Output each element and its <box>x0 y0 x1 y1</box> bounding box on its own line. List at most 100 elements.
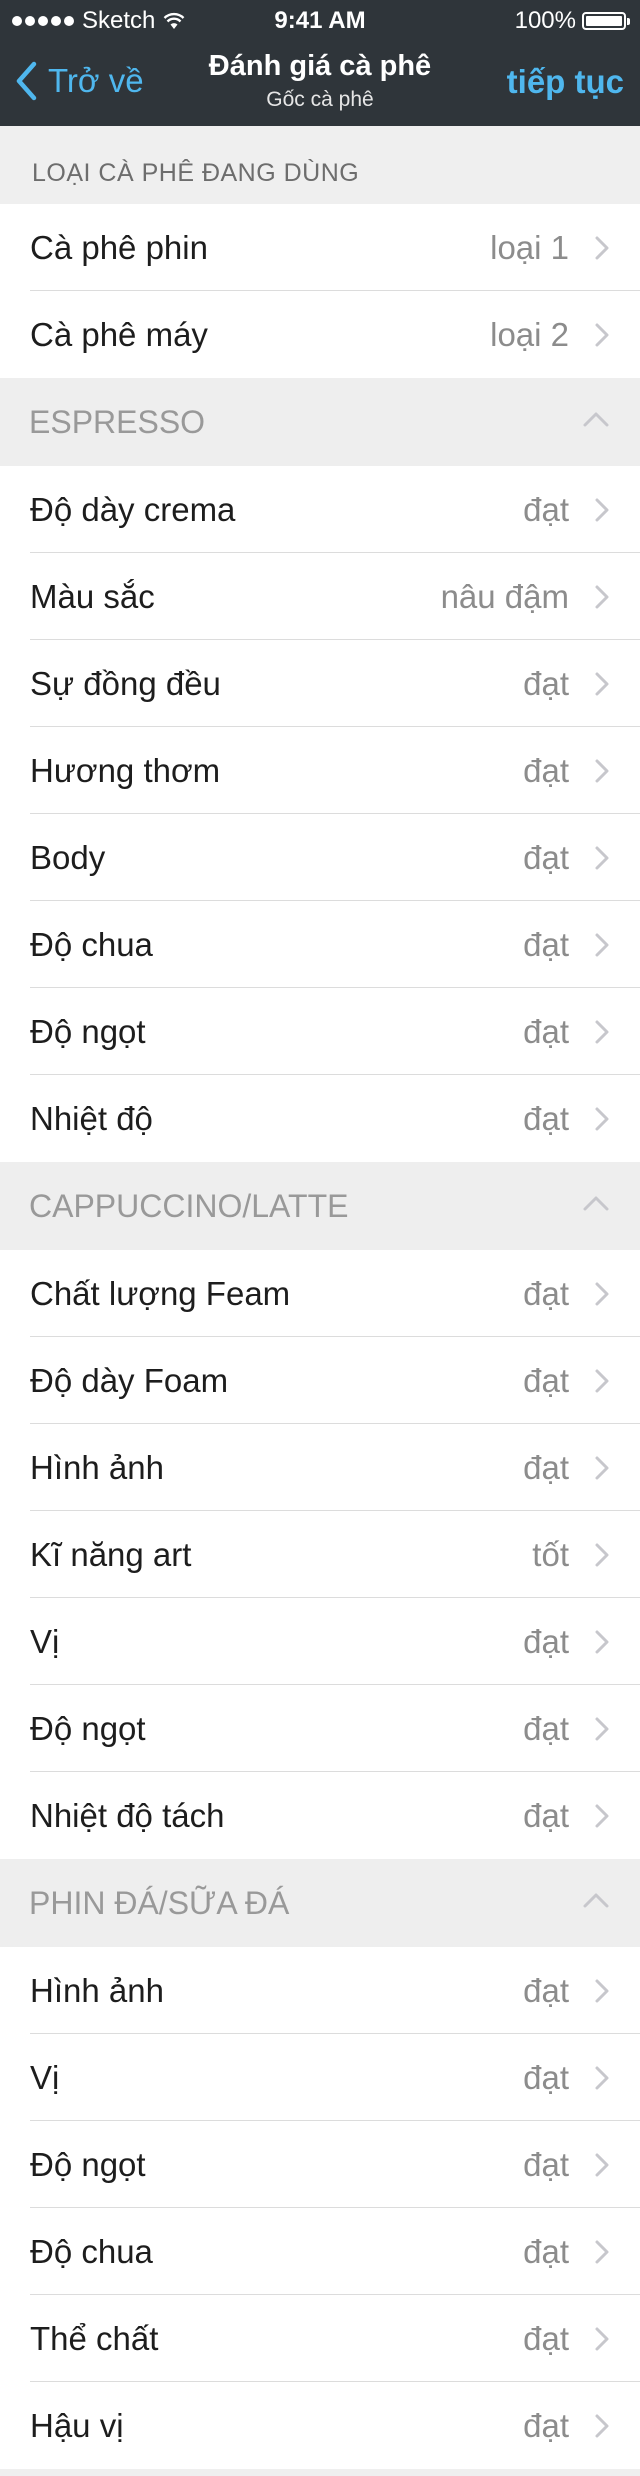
list-item[interactable]: Độ dày crema đạt <box>0 466 640 553</box>
list-item[interactable]: Độ ngọt đạt <box>0 988 640 1075</box>
item-label: Hình ảnh <box>30 1448 164 1486</box>
battery-level <box>586 16 622 26</box>
item-label: Độ dày Foam <box>30 1361 229 1399</box>
item-label: Vị <box>30 2058 60 2096</box>
list-item[interactable]: Độ ngọt đạt <box>0 1685 640 1772</box>
item-value: đạt <box>523 1971 569 2009</box>
list-item[interactable]: Kĩ năng art tốt <box>0 1511 640 1598</box>
coffee-type-list: Cà phê phin loại 1 Cà phê máy loại 2 <box>0 204 640 378</box>
chevron-up-icon[interactable] <box>582 1194 610 1212</box>
item-label: Độ chua <box>30 925 153 963</box>
item-label: Độ chua <box>30 2232 153 2270</box>
list-item[interactable]: Chất lượng Feam đạt <box>0 1250 640 1337</box>
item-label: Cà phê phin <box>30 228 208 266</box>
item-value: đạt <box>523 2319 569 2357</box>
list-item[interactable]: Vị đạt <box>0 1598 640 1685</box>
battery-icon <box>582 12 630 30</box>
item-value: đạt <box>523 1274 569 1312</box>
section-header[interactable]: ESPRESSO <box>0 378 640 466</box>
chevron-right-icon <box>595 2240 609 2264</box>
item-label: Màu sắc <box>30 577 155 615</box>
chevron-right-icon <box>595 672 609 696</box>
chevron-right-icon <box>595 1804 609 1828</box>
item-value: đạt <box>523 2058 569 2096</box>
item-label: Body <box>30 838 106 876</box>
item-value: đạt <box>523 751 569 789</box>
chevron-right-icon <box>595 1543 609 1567</box>
chevron-right-icon <box>595 2066 609 2090</box>
evaluation-list: LOẠI CÀ PHÊ ĐANG DÙNG Cà phê phin loại 1C… <box>0 126 640 2469</box>
chevron-right-icon <box>595 1979 609 2003</box>
item-label: Nhiệt độ tách <box>30 1796 225 1834</box>
item-label: Độ dày crema <box>30 490 236 528</box>
item-value: đạt <box>523 1012 569 1050</box>
chevron-right-icon <box>595 2153 609 2177</box>
list-item[interactable]: Vị đạt <box>0 2034 640 2121</box>
list-item[interactable]: Thể chất đạt <box>0 2295 640 2382</box>
list-item[interactable]: Màu sắc nâu đậm <box>0 553 640 640</box>
list-item[interactable]: Hình ảnh đạt <box>0 1424 640 1511</box>
item-label: Sự đồng đều <box>30 664 221 702</box>
item-label: Hình ảnh <box>30 1971 164 2009</box>
list-item[interactable]: Hậu vị đạt <box>0 2382 640 2469</box>
item-label: Độ ngọt <box>30 1012 146 1050</box>
next-button[interactable]: tiếp tục <box>507 63 624 101</box>
chevron-right-icon <box>595 323 609 347</box>
list-item[interactable]: Hương thơm đạt <box>0 727 640 814</box>
list-item[interactable]: Body đạt <box>0 814 640 901</box>
list-item[interactable]: Hình ảnh đạt <box>0 1947 640 2034</box>
item-label: Nhiệt độ <box>30 1099 153 1137</box>
section-header[interactable]: CAPPUCCINO/LATTE <box>0 1162 640 1250</box>
section-title: PHIN ĐÁ/SỮA ĐÁ <box>29 1884 290 1921</box>
section-title: ESPRESSO <box>29 403 206 440</box>
list-item[interactable]: Nhiệt độ tách đạt <box>0 1772 640 1859</box>
item-label: Thể chất <box>30 2319 159 2357</box>
item-value: loại 1 <box>490 228 569 266</box>
chevron-right-icon <box>595 236 609 260</box>
item-value: đạt <box>523 1709 569 1747</box>
item-label: Vị <box>30 1622 60 1660</box>
list-item[interactable]: Độ ngọt đạt <box>0 2121 640 2208</box>
chevron-up-icon[interactable] <box>582 1891 610 1909</box>
navigation-bar: Trở về Đánh giá cà phê Gốc cà phê tiếp t… <box>0 40 640 126</box>
chevron-right-icon <box>595 498 609 522</box>
item-value: đạt <box>523 664 569 702</box>
item-value: đạt <box>523 2406 569 2444</box>
section-header[interactable]: PHIN ĐÁ/SỮA ĐÁ <box>0 1859 640 1947</box>
chevron-right-icon <box>595 1630 609 1654</box>
item-value: đạt <box>523 838 569 876</box>
chevron-right-icon <box>595 1456 609 1480</box>
status-bar: Sketch 9:41 AM 100% <box>0 0 640 40</box>
chevron-right-icon <box>595 2327 609 2351</box>
chevron-right-icon <box>595 846 609 870</box>
chevron-up-icon[interactable] <box>582 410 610 428</box>
list-item[interactable]: Độ chua đạt <box>0 2208 640 2295</box>
chevron-right-icon <box>595 759 609 783</box>
item-value: tốt <box>532 1535 569 1573</box>
chevron-right-icon <box>595 1282 609 1306</box>
battery-status: 100% <box>515 7 630 35</box>
item-label: Kĩ năng art <box>30 1535 192 1573</box>
item-value: đạt <box>523 490 569 528</box>
item-label: Hậu vị <box>30 2406 124 2444</box>
item-label: Cà phê máy <box>30 315 208 353</box>
item-value: đạt <box>523 2145 569 2183</box>
coffee-type-header: LOẠI CÀ PHÊ ĐANG DÙNG <box>32 159 360 187</box>
list-item[interactable]: Độ dày Foam đạt <box>0 1337 640 1424</box>
chevron-right-icon <box>595 1717 609 1741</box>
item-label: Độ ngọt <box>30 1709 146 1747</box>
list-item[interactable]: Độ chua đạt <box>0 901 640 988</box>
chevron-right-icon <box>595 585 609 609</box>
list-item[interactable]: Nhiệt độ đạt <box>0 1075 640 1162</box>
item-value: đạt <box>523 1622 569 1660</box>
item-label: Hương thơm <box>30 751 221 789</box>
list-item[interactable]: Cà phê máy loại 2 <box>0 291 640 378</box>
list-item[interactable]: Sự đồng đều đạt <box>0 640 640 727</box>
item-value: đạt <box>523 925 569 963</box>
list-item[interactable]: Cà phê phin loại 1 <box>0 204 640 291</box>
chevron-right-icon <box>595 1107 609 1131</box>
chevron-right-icon <box>595 2414 609 2438</box>
item-value: đạt <box>523 1361 569 1399</box>
chevron-right-icon <box>595 933 609 957</box>
item-value: đạt <box>523 1099 569 1137</box>
